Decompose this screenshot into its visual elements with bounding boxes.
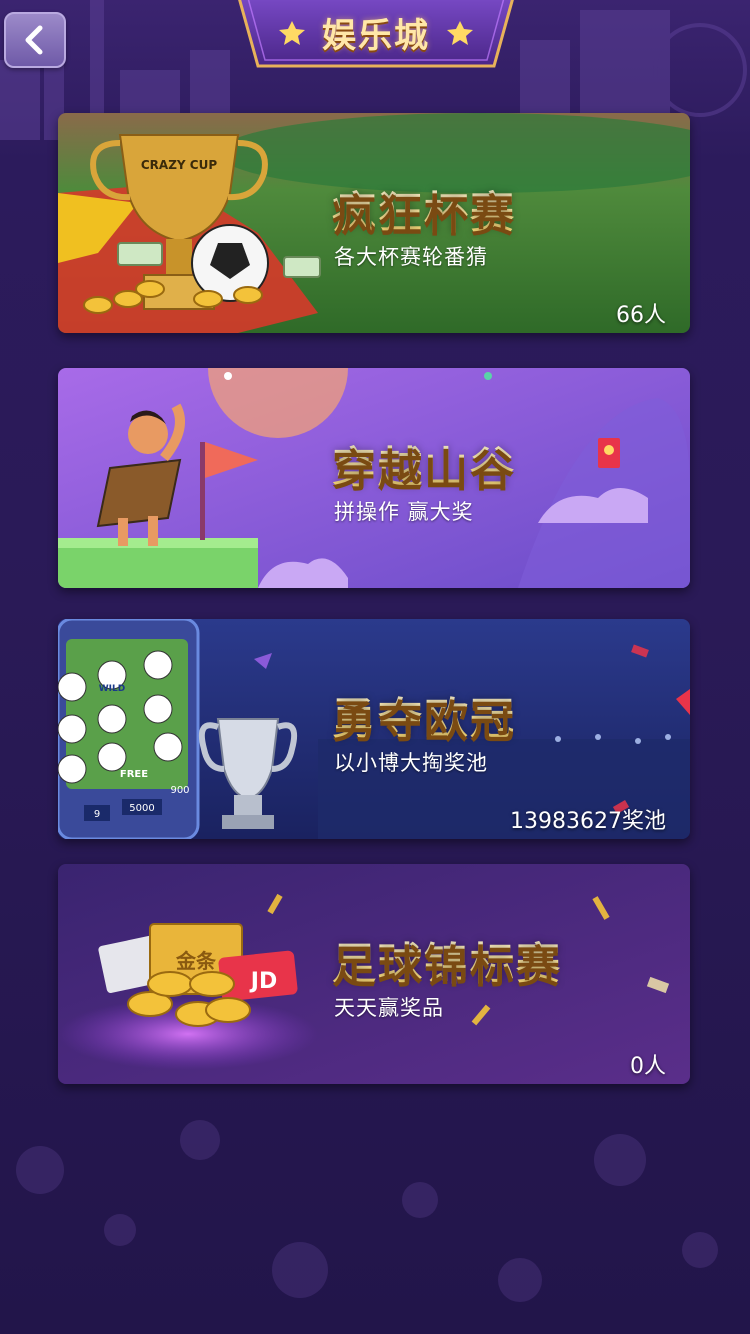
card-subtitle: 天天赢奖品	[334, 996, 444, 1020]
svg-text:5000: 5000	[129, 803, 154, 814]
bokeh-background	[16, 1120, 718, 1302]
player-count: 66人	[616, 303, 666, 328]
card-subtitle: 以小博大掏奖池	[334, 751, 488, 775]
svg-text:CRAZY CUP: CRAZY CUP	[141, 158, 217, 172]
player-count: 0人	[630, 1054, 666, 1079]
svg-text:JD: JD	[249, 969, 277, 994]
svg-text:9: 9	[94, 809, 100, 820]
card-title: 穿越山谷	[332, 432, 516, 496]
card-subtitle: 各大杯赛轮番猜	[334, 245, 488, 269]
prize-pool-count: 13983627奖池	[510, 809, 666, 834]
card-title: 勇夺欧冠	[332, 683, 516, 747]
chevron-left-icon	[25, 25, 43, 55]
svg-text:FREE: FREE	[120, 769, 148, 780]
game-card-football-championship[interactable]: 金条 JD 足球锦标赛 天天赢奖品 0人	[58, 864, 690, 1084]
svg-text:金条: 金条	[175, 949, 217, 973]
card-subtitle: 拼操作 赢大奖	[334, 500, 474, 524]
card-title: 疯狂杯赛	[332, 177, 516, 241]
game-card-champions-league[interactable]: WILD FREE 9 5000 900 勇夺欧冠 以小博大掏奖池 139836…	[58, 619, 690, 839]
game-card-cross-valley[interactable]: 穿越山谷 拼操作 赢大奖	[58, 368, 690, 588]
svg-text:WILD: WILD	[99, 684, 125, 694]
page-title: 娱乐城	[322, 16, 430, 56]
svg-text:900: 900	[170, 785, 189, 796]
game-card-crazy-cup[interactable]: CRAZY CUP 疯狂杯赛 各大杯赛轮番猜 66人	[58, 113, 690, 333]
back-button[interactable]	[4, 12, 66, 68]
slot-machine-icon: WILD FREE 9 5000 900	[58, 619, 200, 839]
red-envelope-icon	[598, 438, 620, 468]
card-title: 足球锦标赛	[332, 928, 562, 992]
